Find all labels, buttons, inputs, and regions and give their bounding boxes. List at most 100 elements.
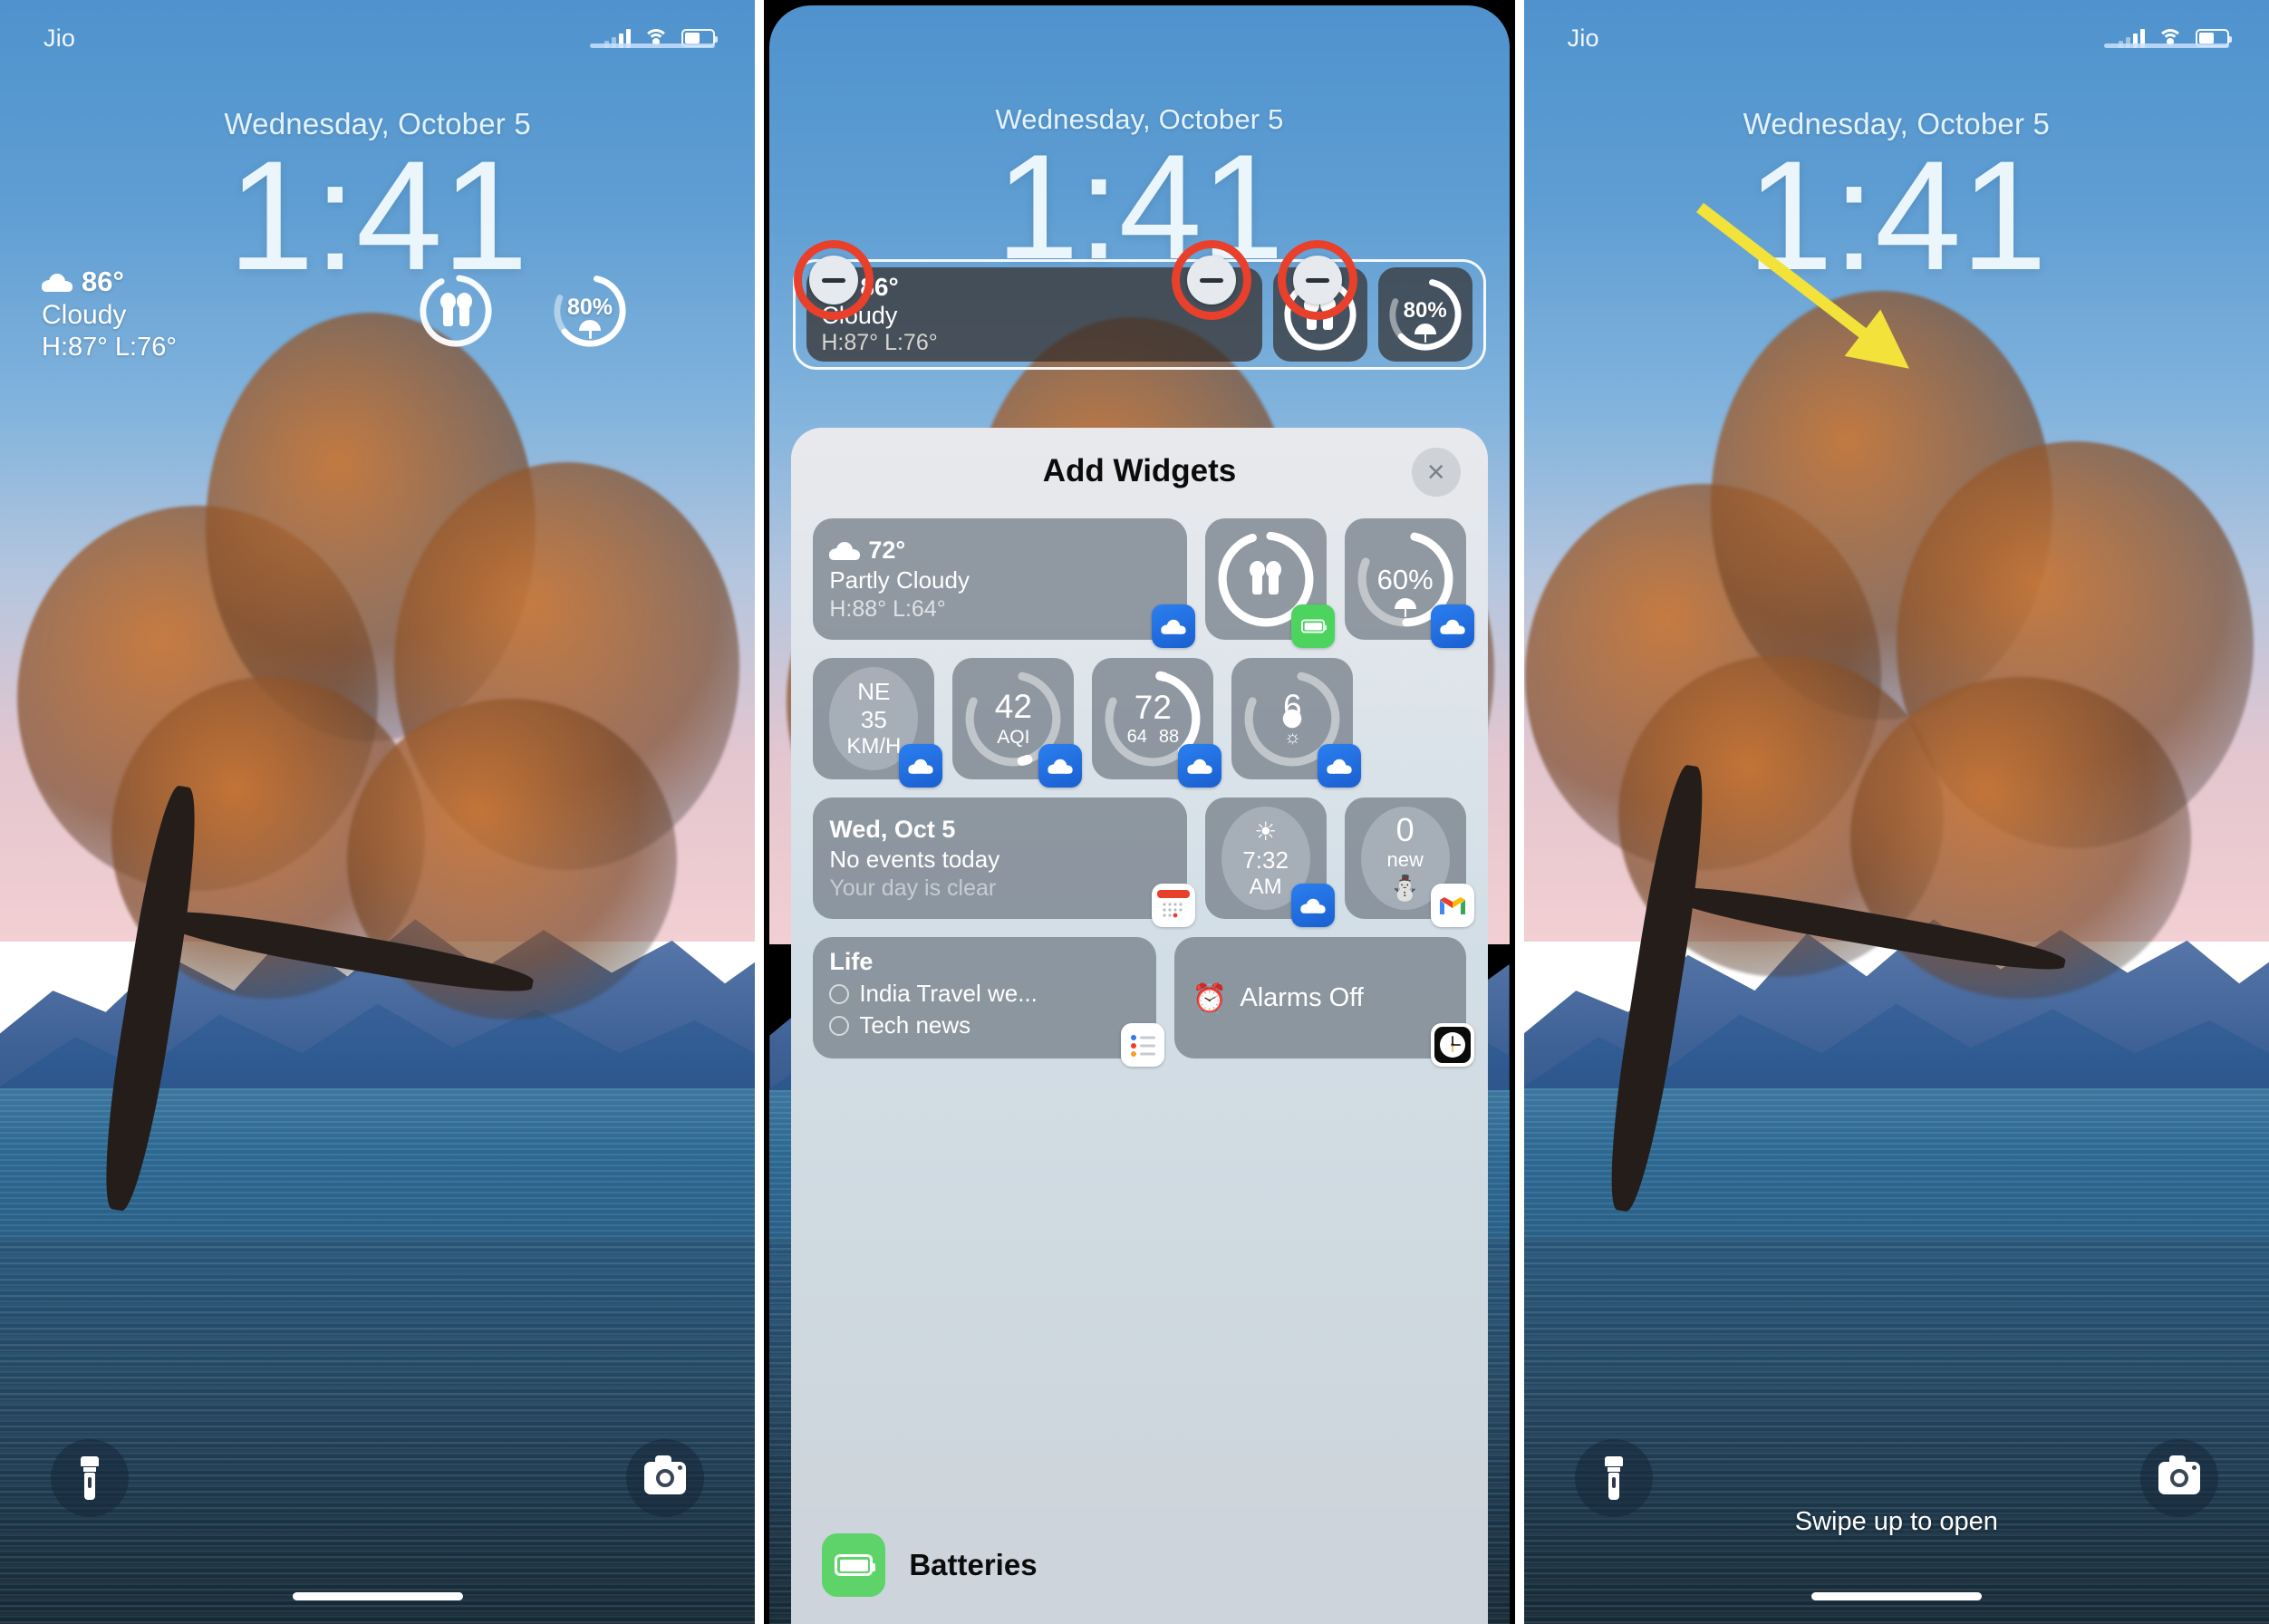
widget-condition: Partly Cloudy [829,566,970,594]
tree-graphic [1524,162,2269,1234]
status-underline [2104,44,2229,48]
weather-lock-widget[interactable]: 86° Cloudy H:87° L:76° [42,265,177,364]
batteries-app-icon [1290,604,1335,648]
weather-app-icon [1290,884,1335,927]
flashlight-button[interactable] [51,1439,129,1517]
home-indicator[interactable] [1810,1592,1982,1600]
calendar-subtitle: Your day is clear [829,875,997,901]
lock-screen-left: Jio Wednesday, October 5 1:41 86° Cloudy… [0,0,756,1624]
batteries-label: Batteries [909,1548,1038,1581]
camera-icon [2158,1455,2200,1494]
weather-highlow: H:87° L:76° [821,330,938,355]
calendar-widget[interactable]: Wed, Oct 5 No events today Your day is c… [813,798,1195,927]
airpods-icon [417,272,495,350]
flashlight-icon [1604,1456,1624,1500]
wind-widget[interactable]: NE 35 KM/H [813,658,943,788]
annotation-ring-1 [794,240,874,320]
clock-app-icon [1430,1023,1474,1067]
sheet-title: Add Widgets [1042,453,1237,488]
calendar-events: No events today [829,845,1000,873]
reminder-item: Tech news [859,1011,971,1039]
widget-row: NE 35 KM/H 42 AQI 72 64 88 6 ☼ [813,658,1465,788]
sheet-header: Add Widgets × [791,428,1487,515]
gmail-new-label: new [1386,847,1424,871]
batteries-widget[interactable] [1204,518,1335,648]
annotation-ring-2 [1172,240,1252,320]
panel-divider-2 [1514,0,1524,1624]
temp-value: 72 [1134,688,1172,726]
reminder-checkbox-icon[interactable] [829,983,850,1004]
reminder-item: India Travel we... [859,980,1038,1007]
alarm-status-label: Alarms Off [1240,982,1364,1012]
rain-chance-widget[interactable]: 80% [1377,267,1472,362]
aqi-label: AQI [997,726,1030,748]
home-indicator[interactable] [292,1592,463,1600]
calendar-date: Wed, Oct 5 [829,815,956,843]
weather-app-icon [1151,604,1195,648]
status-bar: Jio [0,0,755,63]
carrier-label: Jio [1567,24,1599,52]
cloud-icon [42,272,72,292]
reminder-checkbox-icon[interactable] [829,1015,850,1036]
weather-condition: Cloudy [42,299,127,330]
wind-direction: NE [857,678,891,706]
carrier-label: Jio [43,24,76,52]
sunrise-time: 7:32 [1242,846,1289,875]
weather-app-icon [899,744,943,788]
uv-value: 6 [1283,687,1302,725]
gmail-app-icon [1430,884,1474,927]
lock-widgets-row: 86° Cloudy H:87° L:76° 80% [0,265,755,364]
sunrise-widget[interactable]: ☀︎ 7:32 AM [1204,798,1335,927]
gmail-m-icon: ⛄ [1389,874,1421,902]
reminders-app-icon [1120,1023,1164,1067]
air-quality-widget[interactable]: 42 AQI [952,658,1083,788]
widget-temp: 72° [868,536,906,564]
widget-row: Life India Travel we... Tech news ⏰ Alar… [813,937,1474,1067]
weather-conditions-widget[interactable]: 72° Partly Cloudy H:88° L:64° [813,518,1195,648]
panel-widget-editing: Wednesday, October 5 1:41 86° Cloudy H:8… [764,0,1515,1624]
calendar-app-icon [1151,884,1195,927]
umbrella-icon [1394,598,1416,617]
widget-row: 72° Partly Cloudy H:88° L:64° 60% [813,518,1474,648]
lock-screen-middle: Wednesday, October 5 1:41 86° Cloudy H:8… [769,5,1510,1624]
uv-index-widget[interactable]: 6 ☼ [1231,658,1362,788]
wind-unit: KM/H [846,733,902,759]
rain-chance-ring[interactable]: 80% [551,272,629,350]
sun-icon: ☼ [1283,726,1301,748]
swipe-hint: Swipe up to open [1794,1507,1998,1536]
partly-cloudy-icon [829,540,861,560]
reminders-widget[interactable]: Life India Travel we... Tech news [813,937,1164,1067]
camera-button[interactable] [626,1439,705,1517]
status-bar: Jio [1524,0,2269,63]
annotation-ring-3 [1278,240,1358,320]
aqi-value: 42 [994,687,1032,725]
weather-app-icon [1430,604,1474,648]
umbrella-icon [579,320,601,339]
alarm-clock-icon: ⏰ [1192,981,1228,1014]
rain-chance-widget[interactable]: 60% [1344,518,1474,648]
quick-actions [0,1439,755,1517]
wind-speed: 35 [860,705,887,733]
close-icon[interactable]: × [1411,448,1461,497]
flashlight-button[interactable] [1574,1439,1653,1517]
panel-lock-screen-after: Jio Wednesday, October 5 1:41 Swipe up t… [1523,0,2269,1624]
flashlight-icon [80,1456,100,1500]
temperature-range-widget[interactable]: 72 64 88 [1092,658,1222,788]
add-widgets-sheet: Add Widgets × 72° Partly Cloudy H:88° L:… [791,428,1488,1624]
sunrise-icon: ☀︎ [1254,817,1278,846]
editable-widget-strip[interactable]: 86° Cloudy H:87° L:76° 80% [793,259,1486,370]
gmail-widget[interactable]: 0 new ⛄ [1344,798,1474,927]
camera-button[interactable] [2140,1439,2218,1517]
weather-app-icon [1178,744,1222,788]
batteries-category-footer[interactable]: Batteries [791,1506,1488,1624]
gmail-count: 0 [1395,810,1415,848]
alarm-widget[interactable]: ⏰ Alarms Off [1173,937,1474,1067]
airpods-battery-ring[interactable] [417,272,495,350]
weather-app-icon [1038,744,1083,788]
weather-app-icon [1318,744,1362,788]
temp-high: 88 [1158,726,1180,747]
widget-gallery-grid: 72° Partly Cloudy H:88° L:64° 60% NE 35 … [791,515,1487,1067]
panel-divider-1 [755,0,765,1624]
weather-highlow: H:87° L:76° [42,333,177,362]
batteries-app-icon [822,1533,886,1597]
